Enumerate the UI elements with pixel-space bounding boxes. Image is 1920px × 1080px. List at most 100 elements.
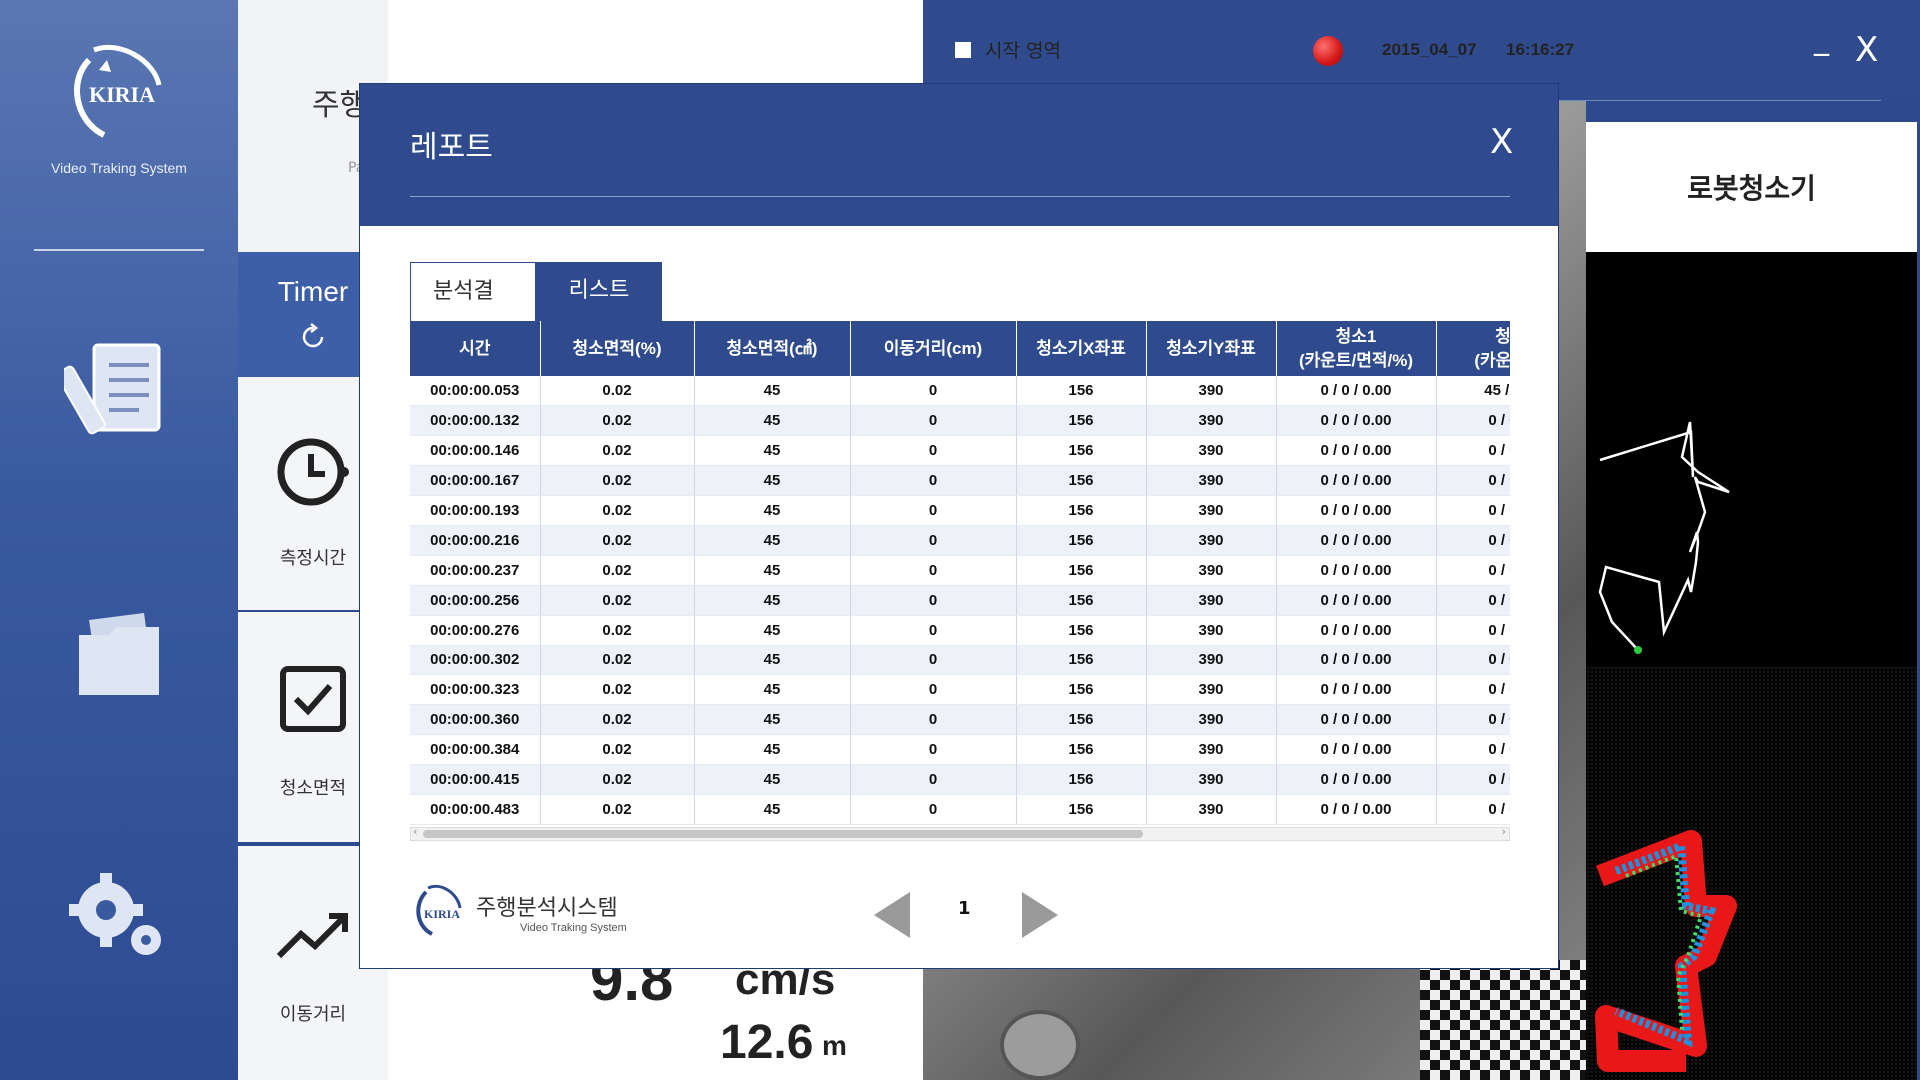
table-row[interactable]: 00:00:00.384 0.02 45 0 156 390 0 / 0 / 0.00 0 /… xyxy=(410,734,1510,766)
prev-page-button[interactable] xyxy=(872,890,912,944)
table-cell: 0.02 xyxy=(540,645,695,676)
table-row[interactable]: 00:00:00.132 0.02 45 0 156 390 0 / 0 / 0.00 0 /… xyxy=(410,405,1510,437)
table-cell: 0 / 0 xyxy=(1436,734,1510,766)
table-row[interactable]: 00:00:00.216 0.02 45 0 156 390 0 / 0 / 0.00 0 /… xyxy=(410,525,1510,556)
table-row[interactable]: 00:00:00.276 0.02 45 0 156 390 0 / 0 / 0.00 0 /… xyxy=(410,615,1510,646)
column-header[interactable]: 청소면적(㎠) xyxy=(694,321,851,376)
table-cell: 00:00:00.256 xyxy=(410,585,541,616)
nav-report-button[interactable] xyxy=(0,335,238,445)
table-cell: 0 / 0 / 0.00 xyxy=(1276,495,1437,526)
tab-analysis[interactable]: 분석결과 xyxy=(410,262,536,362)
table-cell: 156 xyxy=(1016,376,1147,407)
table-cell: 156 xyxy=(1016,674,1147,706)
table-cell: 156 xyxy=(1016,615,1147,646)
report-table-container[interactable]: 시간 청소면적(%) 청소면적(㎠) 이동거리(cm) 청소기X좌표 청소기Y좌표 청소1 … xyxy=(410,321,1510,825)
table-body: 00:00:00.053 0.02 45 0 156 390 0 / 0 / 0.00 45 … xyxy=(410,376,1510,825)
table-cell: 0 / 0 / 0.00 xyxy=(1276,405,1437,437)
column-header[interactable]: 시간 xyxy=(410,321,541,376)
table-row[interactable]: 00:00:00.053 0.02 45 0 156 390 0 / 0 / 0.00 45 … xyxy=(410,376,1510,407)
table-cell: 390 xyxy=(1146,794,1277,825)
modal-close-button[interactable]: X xyxy=(1490,122,1513,162)
column-header[interactable]: 청소면적(%) xyxy=(540,321,695,376)
table-cell: 0.02 xyxy=(540,435,695,467)
scrollbar-thumb[interactable] xyxy=(423,830,1143,838)
scroll-right-icon[interactable]: › xyxy=(1502,825,1506,838)
table-cell: 156 xyxy=(1016,794,1147,825)
clock-icon xyxy=(277,438,349,506)
column-header[interactable]: 이동거리(cm) xyxy=(850,321,1017,376)
table-row[interactable]: 00:00:00.256 0.02 45 0 156 390 0 / 0 / 0.00 0 /… xyxy=(410,585,1510,616)
table-cell: 00:00:00.483 xyxy=(410,794,541,825)
table-row[interactable]: 00:00:00.237 0.02 45 0 156 390 0 / 0 / 0.00 0 /… xyxy=(410,555,1510,586)
table-cell: 0 / 0 / 0.00 xyxy=(1276,376,1437,407)
table-cell: 390 xyxy=(1146,405,1277,437)
table-row[interactable]: 00:00:00.483 0.02 45 0 156 390 0 / 0 / 0.00 0 /… xyxy=(410,794,1510,825)
table-cell: 0 / 0 / 0.00 xyxy=(1276,585,1437,616)
table-cell: 0 / 0 / 0.00 xyxy=(1276,435,1437,467)
table-cell: 0 / 0 xyxy=(1436,674,1510,706)
column-header[interactable]: 청소기X좌표 xyxy=(1016,321,1147,376)
robot-position-marker xyxy=(1634,646,1642,654)
table-cell: 45 xyxy=(694,495,851,526)
table-cell: 0 xyxy=(850,704,1017,736)
table-cell: 45 xyxy=(694,465,851,497)
time-display: 16:16:27 xyxy=(1506,40,1575,59)
table-cell: 0 / 0 xyxy=(1436,435,1510,467)
column-header[interactable]: 청소기Y좌표 xyxy=(1146,321,1277,376)
table-cell: 00:00:00.237 xyxy=(410,555,541,586)
table-cell: 156 xyxy=(1016,645,1147,676)
table-cell: 390 xyxy=(1146,465,1277,497)
trajectory-path xyxy=(1598,421,1730,654)
triangle-right-icon xyxy=(1022,892,1058,938)
table-cell: 45 xyxy=(694,585,851,616)
tab-list[interactable]: 리스트 xyxy=(536,262,662,322)
table-cell: 45 xyxy=(694,734,851,766)
table-row[interactable]: 00:00:00.415 0.02 45 0 156 390 0 / 0 / 0.00 0 /… xyxy=(410,764,1510,795)
nav-folder-button[interactable] xyxy=(0,605,238,705)
table-cell: 0 xyxy=(850,555,1017,586)
table-cell: 0.02 xyxy=(540,794,695,825)
table-cell: 45 xyxy=(694,794,851,825)
table-header-row: 시간 청소면적(%) 청소면적(㎠) 이동거리(cm) 청소기X좌표 청소기Y좌표 청소1 … xyxy=(410,321,1510,376)
table-row[interactable]: 00:00:00.302 0.02 45 0 156 390 0 / 0 / 0.00 0 /… xyxy=(410,645,1510,676)
table-row[interactable]: 00:00:00.146 0.02 45 0 156 390 0 / 0 / 0.00 0 /… xyxy=(410,435,1510,467)
table-row[interactable]: 00:00:00.167 0.02 45 0 156 390 0 / 0 / 0.00 0 /… xyxy=(410,465,1510,497)
column-header[interactable]: 청 (카운트, xyxy=(1436,321,1510,376)
triangle-left-icon xyxy=(874,892,910,938)
table-cell: 00:00:00.415 xyxy=(410,764,541,795)
table-cell: 0 / 0 / 0.00 xyxy=(1276,704,1437,736)
start-area-toggle[interactable]: 시작 영역 xyxy=(955,36,1061,63)
table-cell: 0 / 0 / 0.00 xyxy=(1276,734,1437,766)
close-app-button[interactable]: X xyxy=(1855,30,1878,70)
table-cell: 45 xyxy=(694,525,851,556)
table-cell: 0 xyxy=(850,405,1017,437)
table-row[interactable]: 00:00:00.193 0.02 45 0 156 390 0 / 0 / 0.00 0 /… xyxy=(410,495,1510,526)
table-cell: 0.02 xyxy=(540,764,695,795)
table-cell: 00:00:00.323 xyxy=(410,674,541,706)
table-cell: 00:00:00.360 xyxy=(410,704,541,736)
minimize-button[interactable]: _ xyxy=(1814,22,1829,57)
table-cell: 390 xyxy=(1146,645,1277,676)
report-modal: 레포트 X 분석결과 리스트 시간청소면적(%)청소면적(㎠)이동거리(cm)청… xyxy=(360,84,1558,968)
table-row[interactable]: 00:00:00.360 0.02 45 0 156 390 0 / 0 / 0.00 0 /… xyxy=(410,704,1510,736)
table-cell: 0 / 0 / 0.00 xyxy=(1276,764,1437,795)
table-cell: 0 / 0 xyxy=(1436,764,1510,795)
table-cell: 0.02 xyxy=(540,495,695,526)
table-row[interactable]: 00:00:00.323 0.02 45 0 156 390 0 / 0 / 0.00 0 /… xyxy=(410,674,1510,706)
nav-divider xyxy=(34,249,204,251)
table-cell: 390 xyxy=(1146,674,1277,706)
horizontal-scrollbar[interactable]: ‹ › xyxy=(410,825,1510,841)
table-cell: 156 xyxy=(1016,585,1147,616)
scroll-left-icon[interactable]: ‹ xyxy=(413,825,417,838)
table-cell: 0 / 0 / 0.00 xyxy=(1276,674,1437,706)
table-cell: 156 xyxy=(1016,465,1147,497)
column-header[interactable]: 청소1 (카운트/면적/%) xyxy=(1276,321,1437,376)
table-cell: 45 / 4 xyxy=(1436,376,1510,407)
table-cell: 0.02 xyxy=(540,555,695,586)
start-area-checkbox[interactable] xyxy=(955,41,971,58)
nav-settings-button[interactable] xyxy=(0,865,238,965)
record-indicator-icon[interactable] xyxy=(1313,36,1343,66)
metric-distance-label: 이동거리 xyxy=(279,1004,347,1025)
next-page-button[interactable] xyxy=(1020,890,1060,944)
table-cell: 0 xyxy=(850,585,1017,616)
